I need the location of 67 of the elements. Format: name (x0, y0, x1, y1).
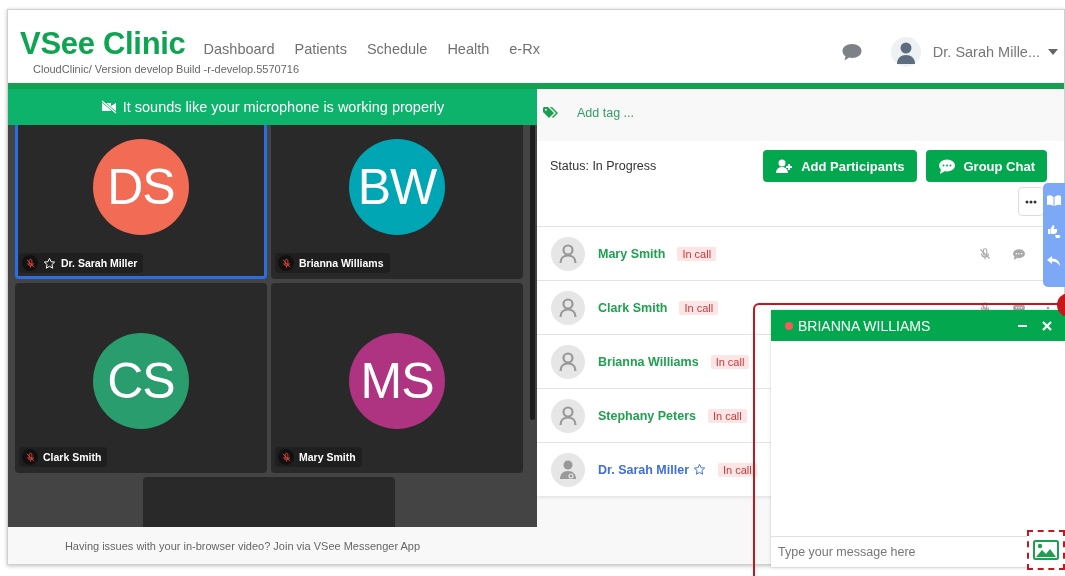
video-tile[interactable]: CS Clark Smith (15, 283, 267, 473)
initials-avatar: CS (93, 333, 189, 429)
participant-name: Dr. Sarah Miller (61, 257, 138, 269)
status-badge: In call (718, 462, 757, 477)
video-tile[interactable] (143, 477, 395, 527)
add-person-icon (775, 158, 794, 174)
participant-name: Mary Smith (299, 451, 356, 463)
participant-name[interactable]: Mary Smith (598, 246, 666, 261)
video-tile[interactable]: BW Brianna Williams (271, 125, 523, 279)
user-menu[interactable]: Dr. Sarah Mille... (932, 44, 1040, 60)
add-tag-link[interactable]: Add tag ... (577, 106, 634, 120)
more-button[interactable] (1018, 187, 1044, 216)
status-badge: In call (710, 354, 750, 369)
chat-bubble-icon (937, 158, 956, 174)
mic-off-icon (278, 449, 294, 465)
close-icon (1042, 320, 1052, 331)
participant-name: Brianna Williams (299, 257, 384, 269)
image-upload-button[interactable] (1027, 530, 1065, 570)
video-tile[interactable]: DS Dr. Sarah Miller (15, 125, 267, 279)
nav-link[interactable]: Health (447, 41, 490, 57)
user-avatar-icon (551, 236, 585, 271)
image-icon (1033, 540, 1059, 560)
video-tile[interactable]: MS Mary Smith (271, 283, 523, 473)
mic-off-icon (22, 255, 38, 271)
doctor-avatar-icon (551, 452, 585, 487)
minimize-icon (1017, 324, 1027, 327)
nav-link[interactable]: Patients (294, 41, 347, 57)
thumbs-icon[interactable] (1047, 224, 1061, 238)
initials-avatar: BW (349, 139, 445, 235)
nav-link[interactable]: Dashboard (203, 41, 275, 57)
app-logo[interactable]: VSee Clinic (20, 28, 186, 60)
nav-link[interactable]: Schedule (366, 41, 428, 57)
status-badge: In call (707, 408, 747, 423)
book-icon[interactable] (1047, 195, 1061, 206)
participant-name[interactable]: Dr. Sarah Miller (598, 462, 706, 477)
participant-name[interactable]: Brianna Williams (598, 354, 699, 369)
user-avatar-icon[interactable] (890, 37, 921, 67)
group-chat-button[interactable]: Group Chat (925, 150, 1047, 182)
help-text: Having issues with your in-browser video? Join via VSee Messenger App (8, 527, 537, 564)
status-text: Status: In Progress (550, 158, 658, 173)
mic-off-icon (278, 255, 294, 271)
mic-off-icon (22, 449, 38, 465)
participant-name[interactable]: Stephany Peters (598, 408, 696, 423)
status-badge: In call (679, 300, 719, 315)
user-avatar-icon (551, 290, 585, 325)
build-version: CloudClinic/ Version develop Build -r-develop.5570716 (33, 63, 300, 75)
notice-text: It sounds like your microphone is working properly (122, 99, 445, 115)
chat-bubble-icon[interactable] (840, 42, 863, 62)
caret-icon[interactable] (1048, 49, 1058, 55)
user-avatar-icon (551, 398, 585, 433)
scrollbar[interactable] (530, 125, 535, 420)
chat-title: BRIANNA WILLIAMS (798, 317, 932, 334)
message-field[interactable]: Type your message here (771, 544, 1020, 560)
tag-icon (543, 107, 559, 119)
camera-off-icon (100, 100, 117, 114)
participant-name: Clark Smith (43, 451, 102, 463)
status-dot (785, 321, 793, 330)
reply-icon[interactable] (1047, 256, 1061, 267)
add-participants-button[interactable]: Add Participants (763, 150, 917, 182)
star-icon[interactable] (693, 463, 706, 476)
initials-avatar: DS (93, 139, 189, 235)
status-badge: In call (677, 246, 717, 261)
nav-link[interactable]: e-Rx (509, 41, 540, 57)
initials-avatar: MS (349, 333, 445, 429)
participant-name[interactable]: Clark Smith (598, 300, 668, 315)
more-icon (1025, 199, 1037, 204)
user-avatar-icon (551, 344, 585, 379)
